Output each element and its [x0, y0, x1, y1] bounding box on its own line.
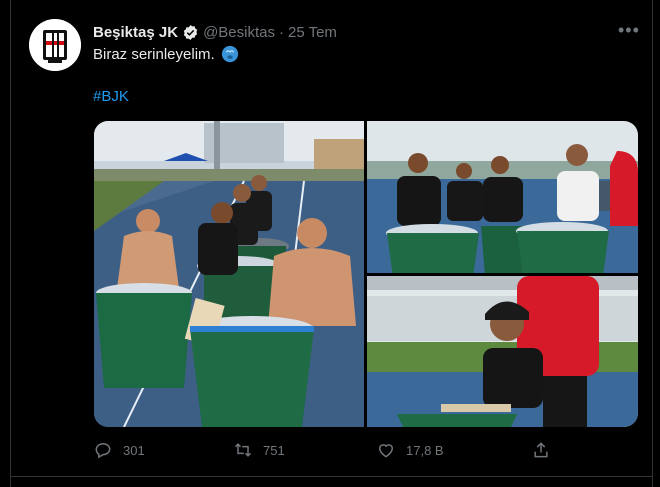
like-button[interactable]: 17,8 B [376, 440, 444, 460]
like-icon [378, 444, 394, 458]
emoji-icon [221, 45, 238, 63]
more-icon[interactable]: ••• [618, 20, 640, 41]
verified-icon [183, 24, 198, 40]
retweet-count: 751 [263, 442, 285, 458]
tweet-divider [10, 476, 653, 477]
like-count: 17,8 B [406, 442, 444, 458]
tweet-header: Beşiktaş JK @Besiktas · 25 Tem [93, 21, 337, 43]
tweet-text: Biraz serinleyelim. [93, 45, 239, 63]
avatar[interactable] [29, 19, 81, 71]
media-grid [94, 121, 638, 427]
author-name[interactable]: Beşiktaş JK [93, 24, 178, 41]
ice-bath-photo-red-shirt[interactable] [367, 276, 638, 427]
tweet-body: Biraz serinleyelim. [93, 45, 215, 63]
reply-icon [95, 442, 111, 459]
share-button[interactable] [531, 440, 551, 460]
reply-button[interactable]: 301 [93, 440, 145, 460]
retweet-icon [234, 443, 252, 457]
retweet-button[interactable]: 751 [233, 440, 285, 460]
tweet-actions: 301 751 17,8 B [93, 440, 563, 464]
author-handle[interactable]: @Besiktas [203, 24, 275, 41]
ice-bath-photo-training-kit[interactable] [367, 121, 638, 273]
header-separator: · [278, 23, 284, 41]
reply-count: 301 [123, 442, 145, 458]
timeline-border-left [10, 0, 11, 487]
tweet-date[interactable]: 25 Tem [288, 24, 337, 41]
timeline-border-right [652, 0, 653, 487]
besiktas-crest-icon [29, 19, 81, 71]
hashtag-link[interactable]: #BJK [93, 88, 129, 105]
ice-bath-photo-group[interactable] [94, 121, 364, 427]
share-icon [534, 442, 548, 458]
